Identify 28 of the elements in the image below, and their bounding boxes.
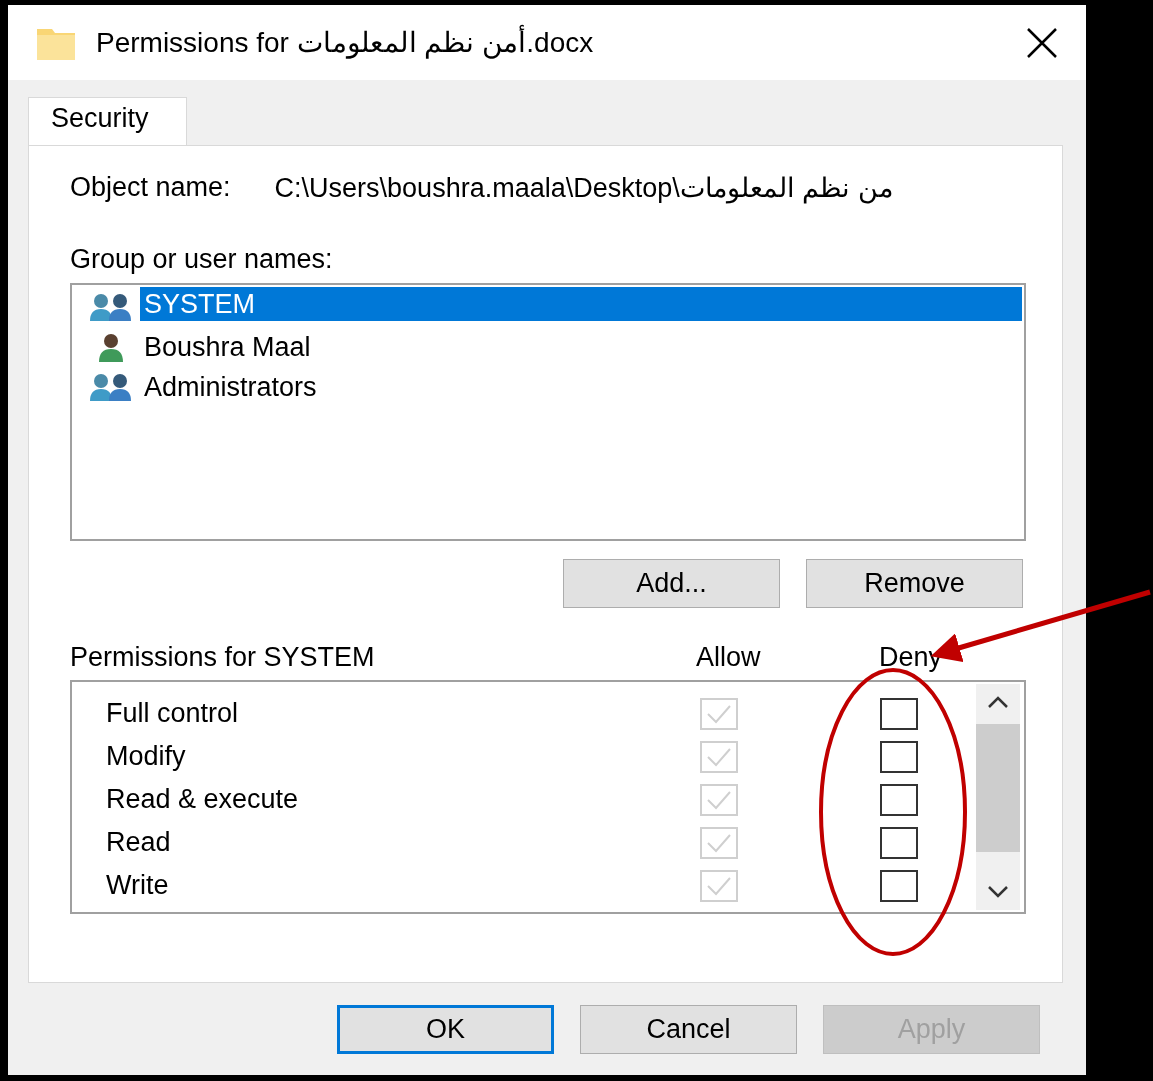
deny-checkbox[interactable] <box>880 869 918 902</box>
permission-label: Read <box>106 827 172 858</box>
deny-checkbox[interactable] <box>880 783 918 816</box>
permission-label: Full control <box>106 698 240 729</box>
dialog-button[interactable]: OK <box>337 1005 554 1054</box>
list-button[interactable]: Add... <box>563 559 780 608</box>
list-item[interactable]: Boushra Maal <box>74 327 1022 367</box>
permission-label: Write <box>106 870 170 901</box>
column-header: Deny <box>879 642 943 672</box>
object-path: C:\Users\boushra.maala\Desktop\من نظم المعلومات <box>274 172 893 204</box>
dialog-button[interactable]: Cancel <box>580 1005 797 1054</box>
tab[interactable]: Security <box>28 97 187 145</box>
close-icon[interactable] <box>1026 26 1058 59</box>
group-icon <box>88 291 134 323</box>
section-label: Group or user names: <box>70 244 334 275</box>
field-label: Object name: <box>70 172 231 204</box>
section-label: Permissions for SYSTEM <box>70 642 376 672</box>
group-icon <box>88 371 134 403</box>
window-title: Permissions for أمن نظم المعلومات.docx <box>96 26 1006 59</box>
permission-label: Read & execute <box>106 784 300 815</box>
list-item[interactable]: Administrators <box>74 367 1022 407</box>
deny-checkbox[interactable] <box>880 740 918 773</box>
deny-checkbox[interactable] <box>880 697 918 730</box>
scrollbar[interactable] <box>976 684 1020 910</box>
column-header: Allow <box>696 642 762 672</box>
deny-checkbox[interactable] <box>880 826 918 859</box>
permission-label: Modify <box>106 741 187 772</box>
list-button[interactable]: Remove <box>806 559 1023 608</box>
